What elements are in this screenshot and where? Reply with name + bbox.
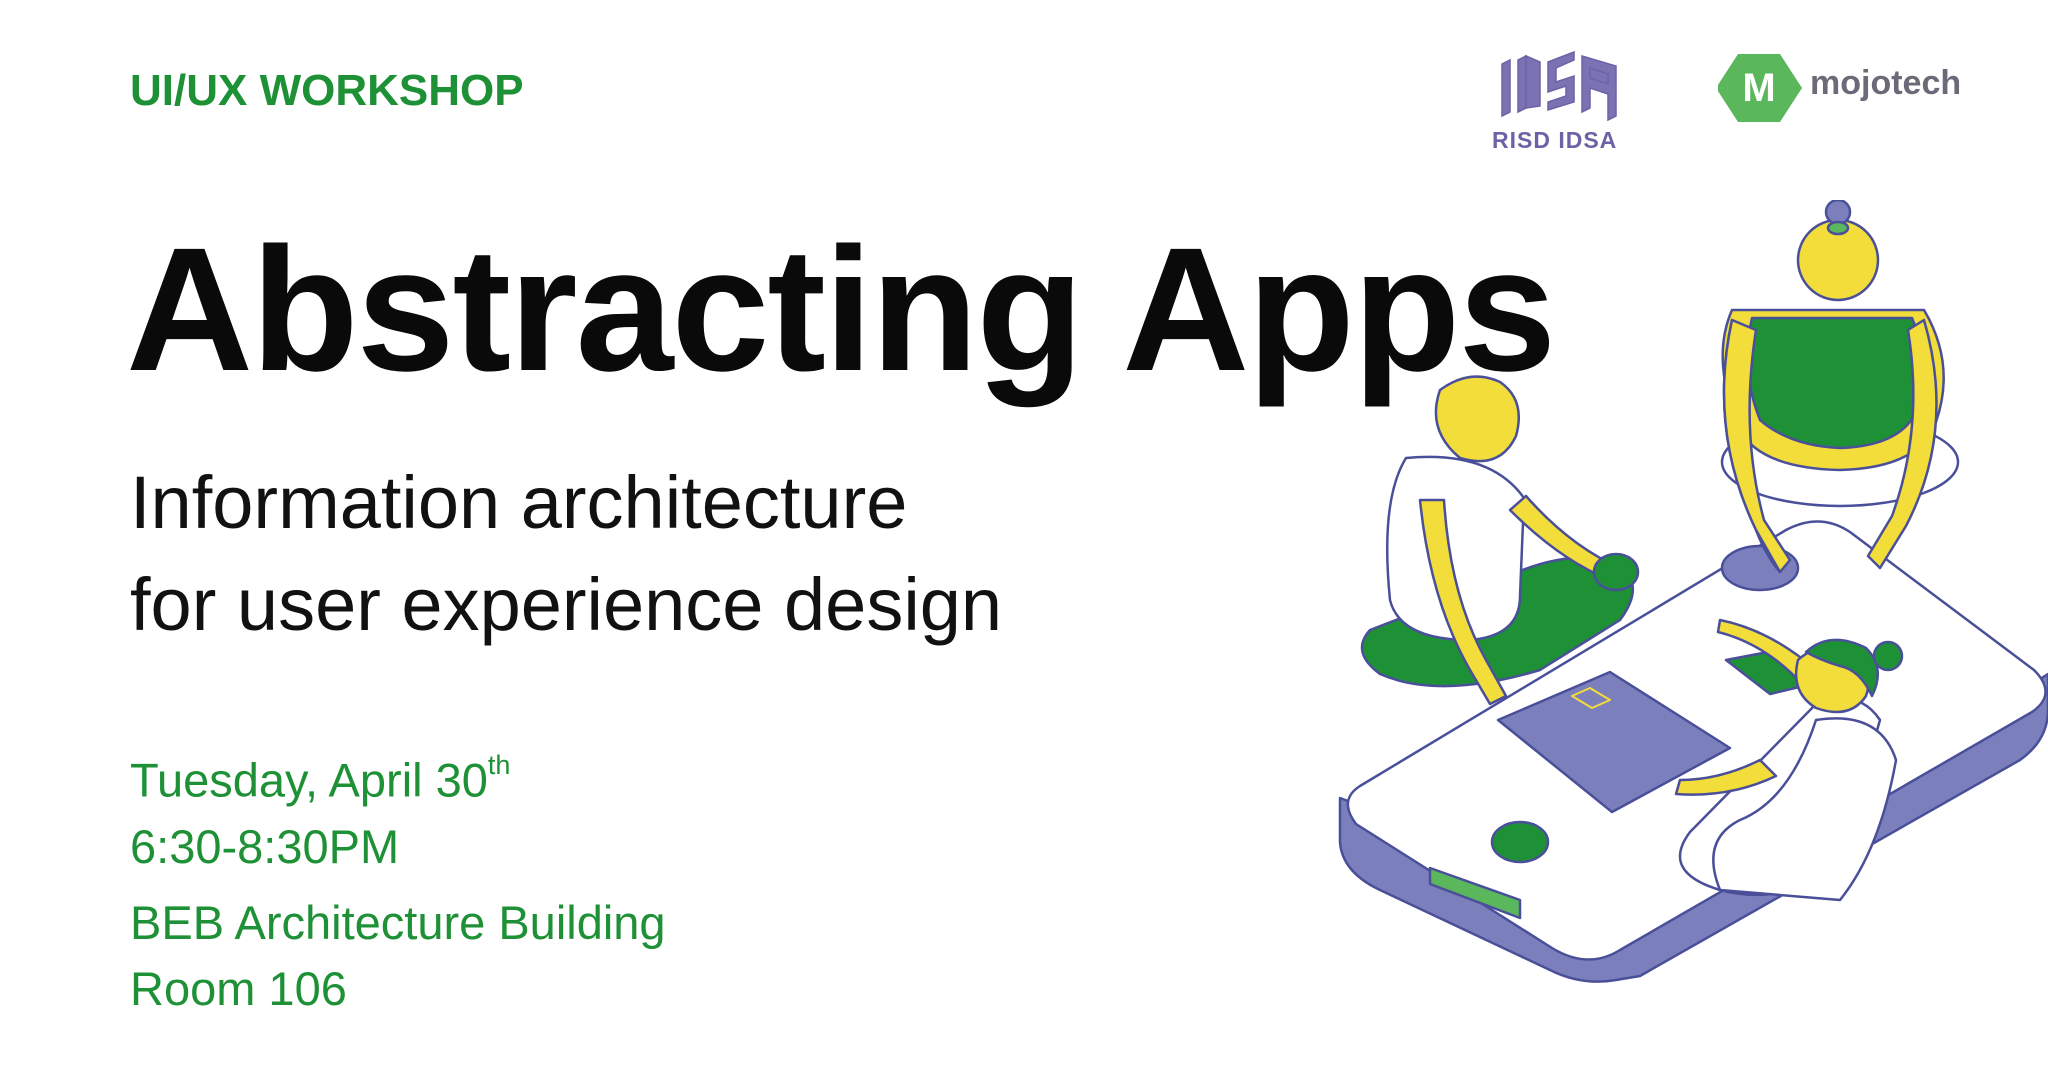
event-time: 6:30-8:30PM: [130, 819, 400, 873]
green-disc: [1490, 820, 1550, 864]
event-when: Tuesday, April 30th 6:30-8:30PM: [130, 738, 510, 880]
event-date-main: Tuesday, April 30: [130, 753, 488, 807]
subtitle-line-1: Information architecture: [130, 461, 908, 544]
subtitle-line-2: for user experience design: [130, 563, 1003, 646]
workshop-eyebrow: UI/UX WORKSHOP: [130, 66, 524, 115]
event-date-suffix: th: [487, 750, 511, 780]
event-venue: BEB Architecture Building: [130, 896, 666, 949]
risd-idsa-label: RISD IDSA: [1492, 127, 1618, 153]
mojotech-mark-letter: M: [1742, 66, 1775, 110]
people-on-phone-illustration: [1338, 200, 2048, 983]
event-where: BEB Architecture Building Room 106: [130, 890, 666, 1022]
subtitle: Information architecture for user experi…: [130, 452, 1002, 656]
mojotech-label: mojotech: [1810, 64, 1962, 102]
event-date: Tuesday, April 30th: [130, 738, 510, 814]
event-room: Room 106: [130, 962, 347, 1015]
